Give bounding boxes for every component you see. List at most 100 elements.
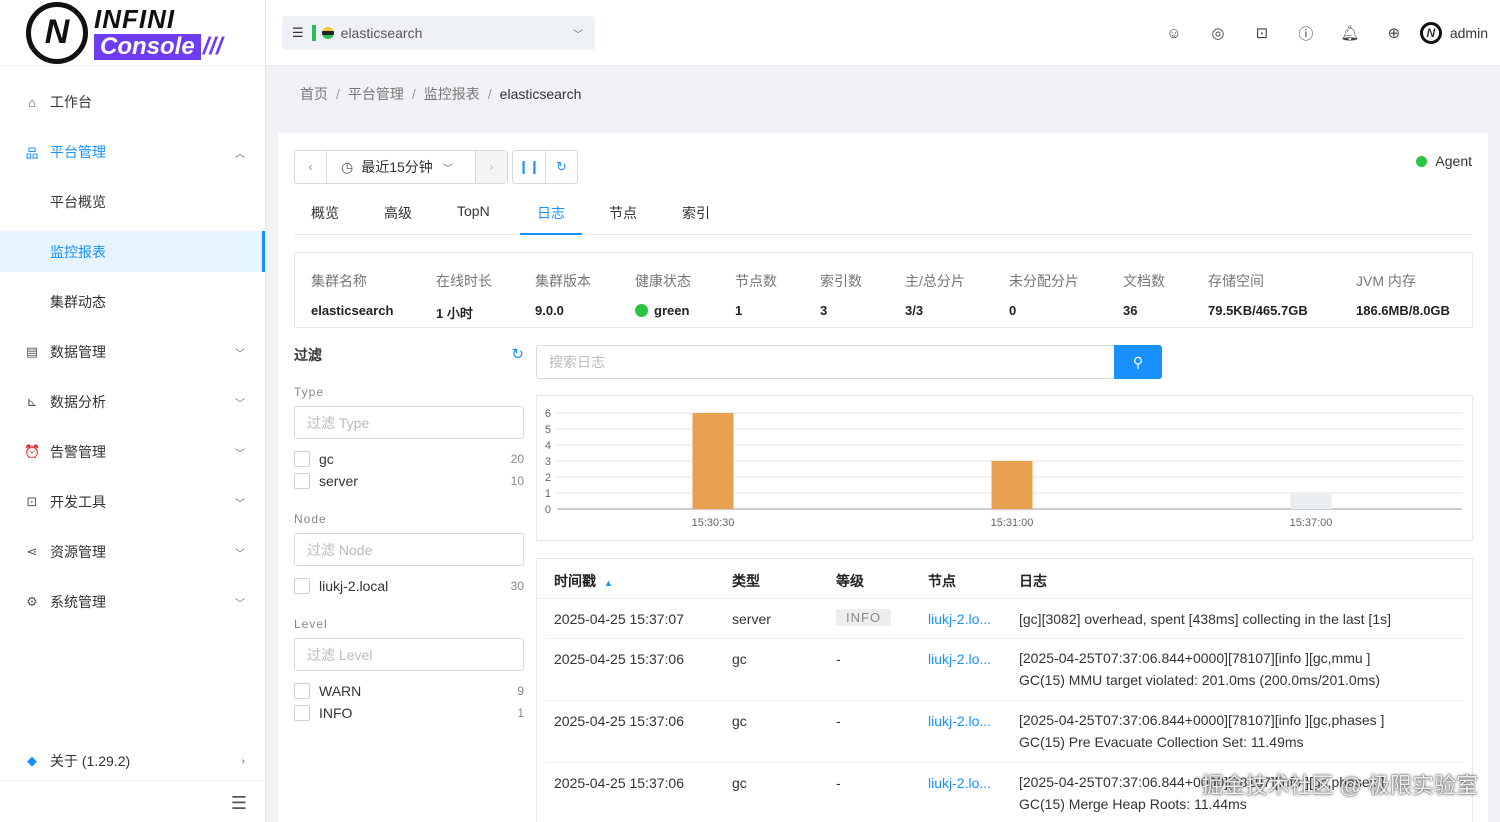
bell-icon[interactable]: 🔔︎ — [1328, 24, 1372, 42]
log-message: [2025-04-25T07:37:06.844+0000][78107][in… — [1019, 712, 1385, 750]
filter-type-option[interactable]: gc 20 — [294, 449, 524, 469]
table-row[interactable]: 2025-04-25 15:37:07 server INFO liukj-2.… — [545, 599, 1464, 639]
console-icon[interactable]: ⊡ — [1240, 24, 1284, 42]
share-icon: ⋖ — [26, 544, 38, 559]
search-button[interactable]: ⚲ — [1114, 345, 1162, 379]
y-tick-label: 3 — [545, 456, 551, 468]
tab-overview[interactable]: 概览 — [311, 203, 339, 223]
tab-topn[interactable]: TopN — [457, 203, 490, 219]
log-message: [gc][3082] overhead, spent [438ms] colle… — [1019, 611, 1391, 627]
node-link[interactable]: liukj-2.lo... — [928, 713, 991, 729]
time-next-button[interactable]: › — [475, 151, 507, 183]
stat-health: 健康状态 green — [635, 273, 691, 318]
stat-docs: 文档数 36 — [1123, 273, 1165, 318]
sidebar-item-about[interactable]: ◆ 关于 (1.29.2) › — [0, 741, 265, 781]
sidebar-item-data-analysis[interactable]: ⊾ 数据分析 ﹀ — [0, 382, 265, 422]
sidebar-item-monitor-report[interactable]: 监控报表 — [0, 231, 265, 272]
filter-node-input[interactable] — [294, 533, 524, 566]
sidebar-item-system[interactable]: ⚙ 系统管理 ﹀ — [0, 582, 265, 622]
refresh-icon[interactable]: ↻ — [545, 151, 577, 183]
tab-bar: 概览 高级 TopN 日志 节点 索引 — [294, 193, 1472, 235]
x-tick-label: 15:30:30 — [692, 517, 735, 529]
filter-node-option[interactable]: liukj-2.local 30 — [294, 576, 524, 596]
app-logo[interactable]: N INFINI Console/// — [0, 0, 265, 66]
filter-level-input[interactable] — [294, 638, 524, 671]
checkbox[interactable] — [294, 473, 310, 489]
search-input[interactable] — [536, 345, 1114, 379]
diamond-icon: ◆ — [27, 753, 37, 768]
histogram-bar[interactable] — [692, 413, 734, 509]
stat-indices: 索引数 3 — [820, 273, 862, 318]
pause-icon[interactable]: ❙❙ — [513, 151, 545, 183]
checkbox[interactable] — [294, 578, 310, 594]
chevron-down-icon: ﹀ — [235, 498, 245, 510]
sidebar-item-cluster-activity[interactable]: 集群动态 — [0, 282, 265, 322]
tab-indices[interactable]: 索引 — [682, 203, 710, 223]
chevron-down-icon: ﹀ — [235, 548, 245, 560]
node-link[interactable]: liukj-2.lo... — [928, 775, 991, 791]
github-icon[interactable]: ◎ — [1196, 24, 1240, 42]
stat-version: 集群版本 9.0.0 — [535, 273, 591, 318]
node-link[interactable]: liukj-2.lo... — [928, 651, 991, 667]
stat-cluster-name: 集群名称 elasticsearch — [311, 273, 394, 318]
infini-logo-icon: N — [26, 1, 88, 64]
sidebar-item-data-management[interactable]: ▤ 数据管理 ﹀ — [0, 332, 265, 372]
filter-type-input[interactable] — [294, 406, 524, 439]
home-icon: ⌂ — [28, 94, 36, 110]
node-link[interactable]: liukj-2.lo... — [928, 611, 991, 627]
top-header: ☰ elasticsearch ﹀ ☺ ◎ ⊡ ⓘ 🔔︎ ⊕ N admin — [266, 0, 1500, 66]
cluster-selector[interactable]: ☰ elasticsearch ﹀ — [282, 16, 595, 50]
histogram-bar[interactable] — [1290, 493, 1332, 509]
filter-title: 过滤 — [294, 347, 322, 363]
breadcrumb-platform[interactable]: 平台管理 — [348, 86, 404, 102]
y-tick-label: 6 — [545, 408, 551, 420]
sidebar-item-workbench[interactable]: ⌂ 工作台 — [0, 82, 265, 122]
checkbox[interactable] — [294, 705, 310, 721]
avatar: N — [1419, 22, 1442, 44]
list-icon: ☰ — [292, 25, 304, 40]
chevron-down-icon: ﹀ — [442, 163, 453, 175]
time-range-select[interactable]: ◷ 最近15分钟 ﹀ — [327, 151, 475, 183]
filter-level-option[interactable]: WARN 9 — [294, 681, 524, 701]
discord-icon[interactable]: ☺ — [1152, 25, 1196, 42]
histogram-chart: 0 1 2 3 4 5 6 15:30:30 15:31:00 15:37:00 — [545, 408, 1462, 529]
refresh-icon[interactable]: ↻ — [511, 345, 524, 363]
tab-logs[interactable]: 日志 — [537, 203, 565, 223]
sidebar-item-resources[interactable]: ⋖ 资源管理 ﹀ — [0, 532, 265, 572]
histogram-bar[interactable] — [991, 461, 1033, 509]
user-menu[interactable]: N admin — [1419, 22, 1500, 44]
sort-icon[interactable]: ▲ — [604, 578, 613, 588]
cluster-stats: 集群名称 elasticsearch 在线时长 1 小时 集群版本 9.0.0 健康状… — [294, 252, 1473, 328]
agent-status-dot — [1416, 155, 1428, 167]
y-tick-label: 5 — [545, 424, 551, 436]
sidebar-footer: ☰ — [0, 780, 265, 822]
tab-advanced[interactable]: 高级 — [384, 203, 412, 223]
col-timestamp[interactable]: 时间戳 ▲ — [554, 571, 613, 591]
filter-level-option[interactable]: INFO 1 — [294, 703, 524, 723]
breadcrumb-monitor[interactable]: 监控报表 — [424, 86, 480, 102]
filter-panel: 过滤 ↻ Type gc20 server10 Node liukj-2.loc… — [294, 345, 524, 721]
table-row[interactable]: 2025-04-25 15:37:06 gc - liukj-2.lo... [… — [545, 701, 1464, 763]
checkbox[interactable] — [294, 451, 310, 467]
sidebar: N INFINI Console/// ⌂ 工作台 品 平台管理 ︿ 平台概览 … — [0, 0, 266, 822]
sidebar-item-platform-overview[interactable]: 平台概览 — [0, 182, 265, 222]
main-card: ‹ ◷ 最近15分钟 ﹀ › ❙❙ ↻ Agent 概览 高级 TopN 日志 … — [278, 133, 1488, 822]
alarm-icon: ⏰ — [24, 444, 41, 459]
tab-nodes[interactable]: 节点 — [609, 203, 637, 223]
table-row[interactable]: 2025-04-25 15:37:06 gc - liukj-2.lo... [… — [545, 639, 1464, 701]
sidebar-item-platform[interactable]: 品 平台管理 ︿ — [0, 132, 265, 172]
globe-icon[interactable]: ⊕ — [1372, 24, 1416, 42]
filter-type-option[interactable]: server 10 — [294, 471, 524, 491]
sidebar-item-dev-tools[interactable]: ⊡ 开发工具 ﹀ — [0, 482, 265, 522]
checkbox[interactable] — [294, 683, 310, 699]
breadcrumb-current: elasticsearch — [499, 86, 582, 102]
level-badge: INFO — [836, 609, 892, 626]
help-icon[interactable]: ⓘ — [1284, 23, 1328, 44]
health-dot — [635, 304, 648, 317]
sidebar-item-alerting[interactable]: ⏰ 告警管理 ﹀ — [0, 432, 265, 472]
filter-node-label: Node — [294, 512, 327, 526]
time-prev-button[interactable]: ‹ — [295, 151, 327, 183]
menu-collapse-icon[interactable]: ☰ — [231, 793, 247, 814]
breadcrumb-home[interactable]: 首页 — [300, 86, 328, 102]
y-tick-label: 1 — [545, 488, 551, 500]
